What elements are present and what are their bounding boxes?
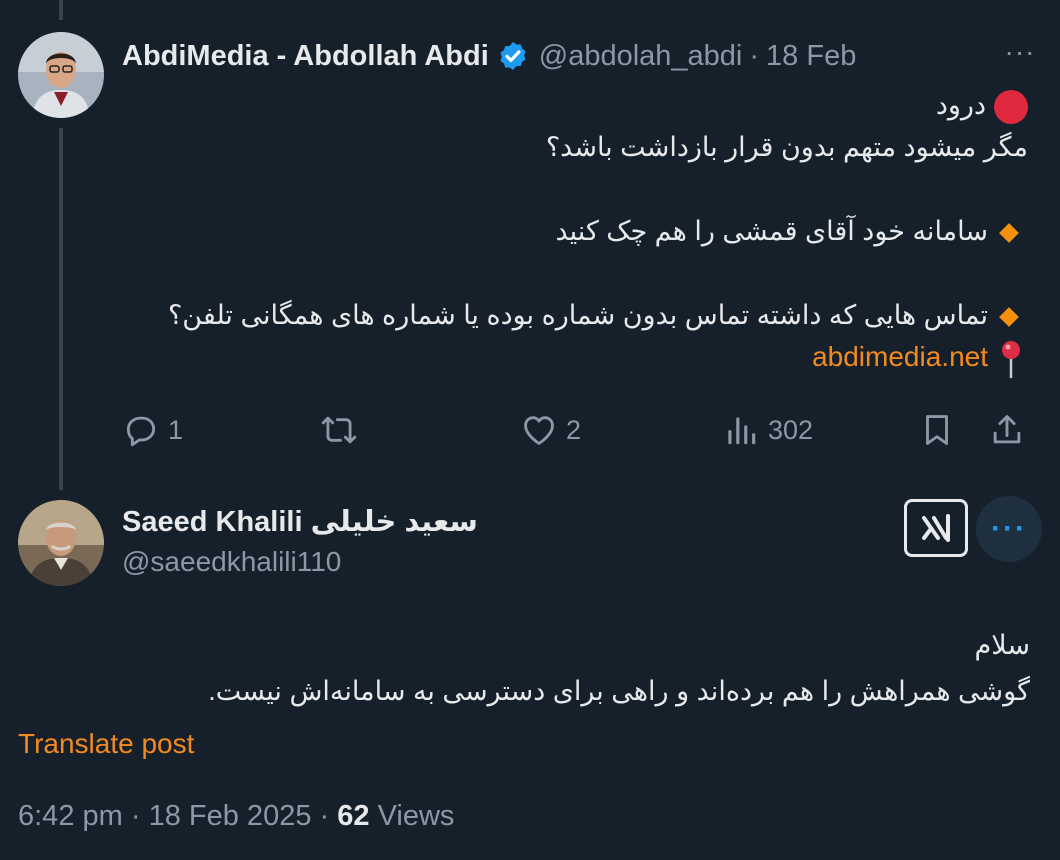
post-meta: 6:42 pm · 18 Feb 2025 · 62 Views — [18, 800, 454, 833]
like-icon — [524, 416, 554, 445]
orange-diamond-icon — [999, 306, 1019, 327]
website-link[interactable]: abdimedia.net — [812, 341, 988, 372]
reply-button[interactable]: 1 — [122, 408, 183, 452]
grok-button[interactable] — [904, 499, 968, 557]
views-label: Views — [377, 800, 455, 832]
reply-icon — [126, 416, 156, 447]
tweet-line: abdimedia.net — [122, 336, 1028, 380]
thread-line — [59, 128, 63, 490]
handle[interactable]: @saeedkhalili110 — [122, 546, 341, 578]
tweet1-header: AbdiMedia - Abdollah Abdi @abdolah_abdi … — [122, 36, 1040, 76]
post-date[interactable]: 18 Feb 2025 — [149, 800, 312, 832]
separator: · — [749, 39, 760, 72]
round-pushpin-icon — [994, 338, 1028, 380]
views-icon — [728, 417, 756, 445]
share-button[interactable] — [988, 408, 1026, 452]
tweet-line: سلام — [974, 630, 1030, 660]
tweet-line: سامانه خود آقای قمشی را هم چک کنید — [122, 210, 1028, 252]
more-icon[interactable]: ··· — [976, 496, 1042, 562]
repost-button[interactable] — [320, 408, 358, 452]
view-count: 302 — [768, 414, 814, 445]
tweet-line: تماس هایی که داشته تماس بدون شماره بوده … — [122, 294, 1028, 336]
translate-post-link[interactable]: Translate post — [18, 728, 194, 760]
repost-icon — [321, 416, 357, 444]
post-date[interactable]: 18 Feb — [766, 40, 856, 73]
tweet1-text: درود مگر میشود متهم بدون قرار بازداشت با… — [122, 84, 1028, 380]
greeting-text: درود — [935, 90, 986, 120]
tweet2-text: سلام گوشی همراهش را هم برده‌اند و راهی ب… — [18, 622, 1030, 714]
handle[interactable]: @abdolah_abdi — [539, 40, 743, 73]
display-name[interactable]: AbdiMedia - Abdollah Abdi — [122, 40, 489, 73]
avatar[interactable] — [18, 500, 104, 586]
tweet-line: درود — [122, 84, 1028, 126]
avatar[interactable] — [18, 32, 104, 118]
bullet-text: سامانه خود آقای قمشی را هم چک کنید — [555, 216, 988, 246]
share-icon — [993, 415, 1021, 444]
bookmark-icon — [926, 415, 948, 445]
grok-icon — [922, 514, 950, 542]
tweet-line: گوشی همراهش را هم برده‌اند و راهی برای د… — [208, 676, 1030, 706]
tweet2-name-row: Saeed Khalili سعید خلیلی — [122, 500, 478, 542]
more-icon[interactable]: ··· — [1000, 32, 1040, 72]
red-circle-icon — [994, 89, 1028, 124]
bookmark-button[interactable] — [918, 408, 956, 452]
thread-line-top — [59, 0, 63, 20]
separator: · — [319, 800, 330, 832]
like-count: 2 — [566, 414, 582, 445]
verified-badge-icon[interactable] — [497, 40, 529, 72]
reply-count: 1 — [168, 414, 184, 445]
post-time[interactable]: 6:42 pm — [18, 800, 123, 832]
views-count: 62 — [337, 800, 370, 832]
like-button[interactable]: 2 — [520, 408, 581, 452]
separator: · — [130, 800, 141, 832]
bullet-text: تماس هایی که داشته تماس بدون شماره بوده … — [167, 300, 988, 330]
orange-diamond-icon — [999, 222, 1019, 243]
views-button[interactable]: 302 — [722, 408, 813, 452]
tweet1-actions: 1 2 302 — [122, 408, 1028, 452]
display-name[interactable]: Saeed Khalili سعید خلیلی — [122, 504, 478, 539]
tweet-line: مگر میشود متهم بدون قرار بازداشت باشد؟ — [545, 132, 1028, 162]
